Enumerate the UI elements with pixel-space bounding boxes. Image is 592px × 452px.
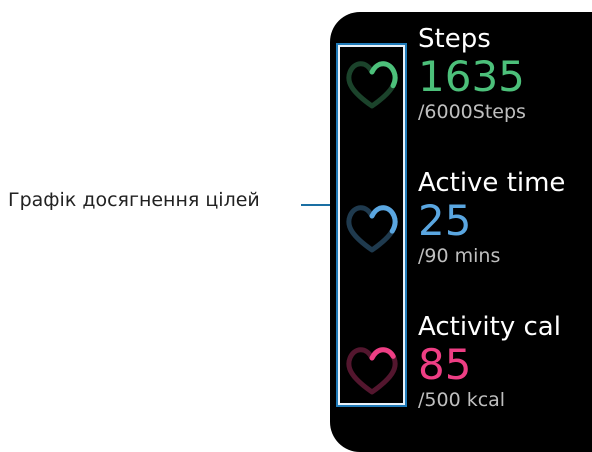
activity-cal-title: Activity cal	[418, 312, 561, 342]
active-time-goal: /90 mins	[418, 245, 501, 267]
active-time-title: Active time	[418, 168, 566, 198]
activity-cal-value: 85	[418, 340, 472, 389]
goal-chart-callout-label: Графік досягнення цілей	[8, 189, 260, 211]
goal-chart-highlight	[336, 43, 407, 407]
steps-stat[interactable]: Steps 1635 /6000Steps	[418, 24, 526, 124]
steps-goal: /6000Steps	[418, 101, 526, 123]
active-time-value: 25	[418, 196, 472, 245]
activity-cal-goal: /500 kcal	[418, 389, 506, 411]
active-time-stat[interactable]: Active time 25 /90 mins	[418, 168, 565, 268]
steps-title: Steps	[418, 24, 491, 54]
activity-cal-stat[interactable]: Activity cal 85 /500 kcal	[418, 312, 561, 412]
steps-value: 1635	[418, 52, 525, 101]
